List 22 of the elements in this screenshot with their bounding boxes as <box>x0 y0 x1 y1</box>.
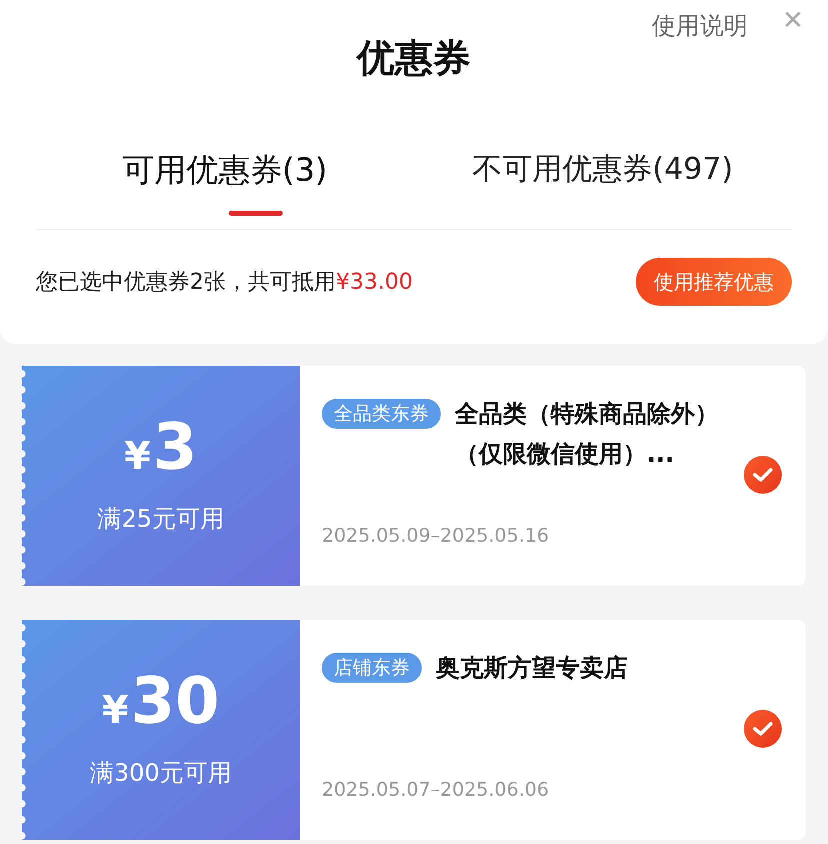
discount-amount: ¥33.00 <box>336 268 413 296</box>
coupon-checkbox[interactable] <box>744 456 782 494</box>
coupon-value: ¥30 <box>102 670 220 738</box>
coupon-value: ¥3 <box>124 416 198 484</box>
coupon-title: 全品类（特殊商品除外）（仅限微信使用）... <box>455 399 720 470</box>
dialog-title: 优惠券 <box>357 35 471 82</box>
coupon-tag: 店铺东券 <box>322 653 422 683</box>
validity-period: 2025.05.07–2025.06.06 <box>322 778 550 802</box>
usage-instructions-link[interactable]: 使用说明 <box>652 8 748 44</box>
summary-text: 您已选中优惠券2张，共可抵用 <box>36 268 336 296</box>
coupon-condition: 满25元可用 <box>98 504 224 534</box>
coupon-checkbox[interactable] <box>744 710 782 748</box>
coupon-tab[interactable]: 可用优惠券(3) <box>122 146 328 202</box>
coupon-tag: 全品类东券 <box>322 399 441 429</box>
coupon-title: 奥克斯方望专卖店 <box>436 653 629 684</box>
coupon-condition: 满300元可用 <box>90 758 232 788</box>
use-recommended-button[interactable]: 使用推荐优惠 <box>636 258 792 306</box>
check-icon <box>753 467 773 483</box>
tab-underline <box>228 210 283 216</box>
validity-period: 2025.05.09–2025.05.16 <box>322 524 550 548</box>
check-icon <box>753 721 773 737</box>
coupon-tab[interactable]: 不可用优惠券(497) <box>472 147 734 200</box>
